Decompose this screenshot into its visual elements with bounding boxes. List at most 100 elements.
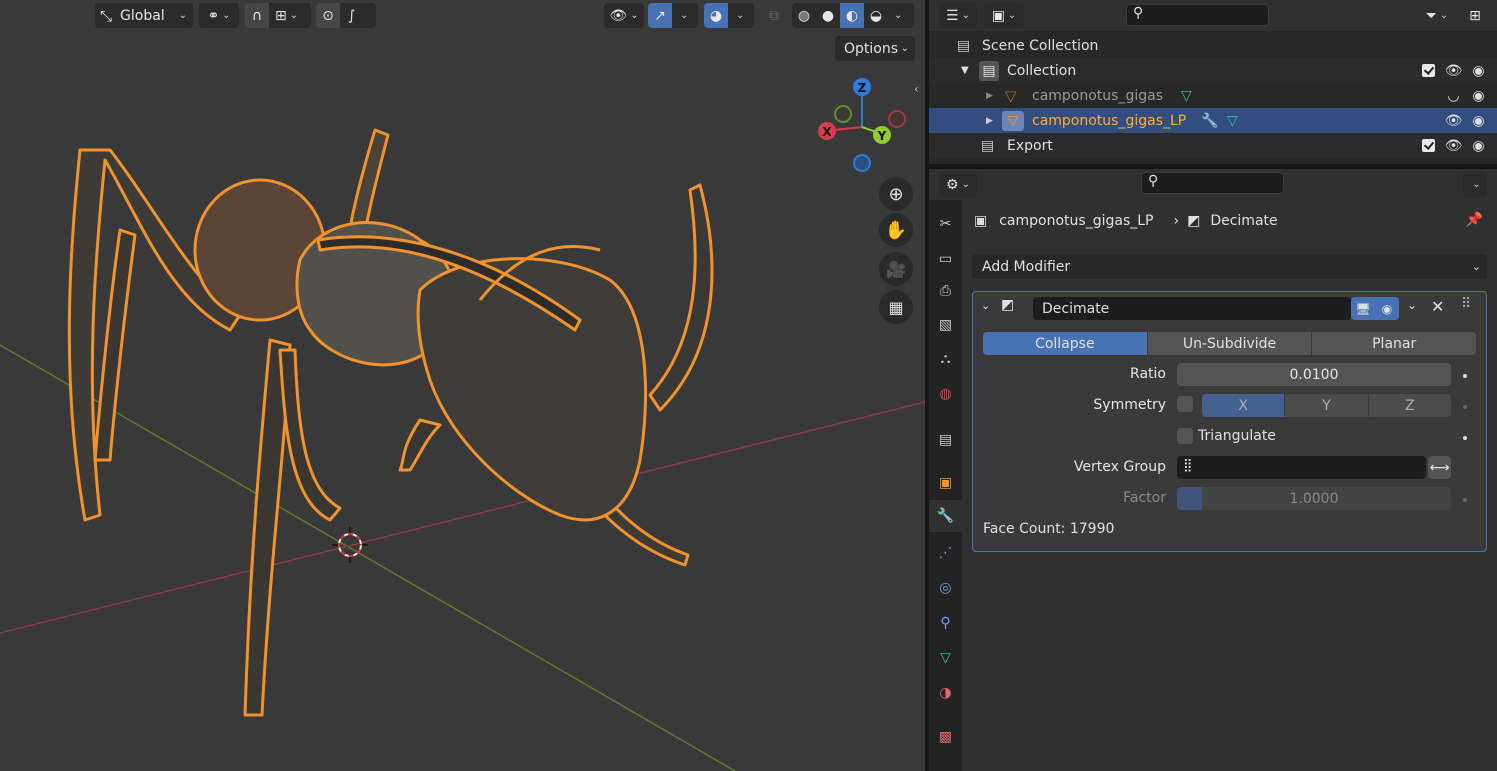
vertex-group-input[interactable]: ⣿ — [1177, 456, 1426, 479]
collapse-panel-icon[interactable]: ⌄ — [981, 299, 990, 312]
overlays-toggle[interactable]: ◕ ⌄ — [704, 3, 754, 28]
tab-world[interactable]: ◍ — [929, 378, 962, 410]
close-icon[interactable]: ✕ — [1431, 297, 1444, 316]
outliner-row-camponotus-gigas-lp[interactable]: ▶ ▽ camponotus_gigas_LP 🔧 ▽ 👁 ◉ — [929, 108, 1497, 133]
pin-icon[interactable]: 📌 — [1466, 212, 1483, 228]
symmetry-axis-x[interactable]: X — [1202, 394, 1285, 417]
add-modifier-dropdown[interactable]: Add Modifier ⌄ — [972, 254, 1487, 279]
outliner-row-scene-collection[interactable]: ▤ Scene Collection — [929, 33, 1497, 58]
ratio-slider[interactable]: 0.0100 — [1177, 363, 1451, 386]
camera-view-button[interactable]: 🎥 — [879, 252, 913, 286]
outliner-row-export[interactable]: ▤ Export 👁 ◉ — [929, 133, 1497, 158]
eye-icon[interactable]: 👁 — [1445, 62, 1463, 79]
editor-type-dropdown[interactable]: ⚙ ⌄ — [939, 172, 977, 197]
symmetry-checkbox[interactable] — [1177, 396, 1193, 412]
options-dropdown[interactable]: ⌄ — [1463, 172, 1487, 197]
properties-search-input[interactable]: ⚲ — [1141, 172, 1284, 194]
filter-dropdown[interactable]: ▣ ⌄ — [984, 3, 1024, 28]
camera-icon[interactable]: ◉ — [1470, 62, 1487, 79]
filter-options-dropdown[interactable]: ⏷ ⌄ — [1417, 3, 1457, 28]
transform-orientation-dropdown[interactable]: ⤡ Global ⌄ — [95, 3, 193, 28]
camera-icon[interactable]: ◉ — [1470, 112, 1487, 129]
gizmo-toggle[interactable]: ↗ ⌄ — [648, 3, 698, 28]
tab-texture[interactable]: ▩ — [929, 721, 962, 753]
3d-viewport[interactable]: Z X Y ⤡ Global ⌄ ⚭⌄ ∩ ⊞⌄ ⊙ ∫ 👁⌄ ↗ ⌄ ◕ — [0, 0, 925, 771]
eye-closed-icon[interactable]: ◡ — [1445, 87, 1462, 104]
keyframe-dot-icon[interactable] — [1463, 498, 1467, 502]
tab-scene[interactable]: ⛬ — [929, 343, 962, 375]
new-collection-button[interactable]: ⊞ — [1463, 3, 1487, 28]
orientation-label: Global — [120, 7, 165, 24]
scene-canvas[interactable]: Z X Y — [0, 0, 925, 771]
outliner-row-collection[interactable]: ▼ ▤ Collection 👁 ◉ — [929, 58, 1497, 83]
invert-vertex-group-button[interactable]: ⟷ — [1428, 456, 1451, 479]
tab-modifiers[interactable]: 🔧 — [929, 500, 962, 532]
magnet-icon[interactable]: ∩ — [245, 3, 269, 28]
mode-planar-button[interactable]: Planar — [1312, 332, 1477, 355]
symmetry-axis-y[interactable]: Y — [1285, 394, 1368, 417]
tab-render[interactable]: ▭ — [929, 243, 962, 275]
mesh-data-icon: ▽ — [1227, 112, 1238, 129]
gizmo-y-label: Y — [877, 129, 887, 143]
tab-constraints[interactable]: ⚲ — [929, 607, 962, 639]
exclude-checkbox[interactable] — [1420, 62, 1437, 79]
outliner-row-camponotus-gigas[interactable]: ▶ ▽ camponotus_gigas ▽ ◡ ◉ — [929, 83, 1497, 108]
options-dropdown[interactable]: Options ⌄ — [835, 36, 915, 61]
pivot-point-dropdown[interactable]: ⚭ ⌄ — [199, 3, 239, 28]
solid-shading-icon[interactable]: ● — [816, 8, 840, 24]
modifier-menu-chevron-icon[interactable]: ⌄ — [1407, 298, 1417, 312]
row-label: Scene Collection — [982, 37, 1099, 54]
pan-button[interactable]: ✋ — [879, 213, 913, 247]
eye-icon[interactable]: 👁 — [1445, 137, 1463, 154]
triangulate-checkbox[interactable] — [1177, 428, 1193, 444]
axis-label: X — [1238, 397, 1248, 414]
orientation-icon: ⤡ — [100, 6, 113, 25]
modifier-name-input[interactable]: Decimate — [1033, 297, 1351, 320]
symmetry-axis-selector: X Y Z — [1202, 394, 1451, 417]
proportional-edit-icon[interactable]: ⊙ — [316, 3, 340, 28]
tab-object[interactable]: ▣ — [929, 467, 962, 499]
proportional-editing[interactable]: ⊙ ∫ — [316, 3, 376, 28]
modifier-name: Decimate — [1042, 300, 1110, 317]
display-mode-dropdown[interactable]: ☰ ⌄ — [939, 3, 977, 28]
xray-toggle[interactable]: ⧉ — [762, 3, 786, 28]
camera-icon[interactable]: ◉ — [1470, 87, 1487, 104]
tab-tool[interactable]: ✂ — [929, 208, 962, 240]
exclude-checkbox[interactable] — [1420, 137, 1437, 154]
drag-handle-icon[interactable]: ⠿ — [1461, 296, 1471, 312]
perspective-toggle-button[interactable]: ▦ — [879, 290, 913, 324]
eye-icon[interactable]: 👁 — [1445, 112, 1463, 129]
visibility-dropdown[interactable]: 👁 ⌄ — [604, 3, 644, 28]
factor-slider[interactable]: 1.0000 — [1177, 487, 1451, 510]
tab-material[interactable]: ◑ — [929, 677, 962, 709]
material-preview-icon[interactable]: ◐ — [840, 3, 864, 28]
tab-physics[interactable]: ◎ — [929, 572, 962, 604]
ant-model[interactable] — [67, 128, 714, 717]
rendered-shading-icon[interactable]: ◒ — [864, 8, 888, 24]
keyframe-dot-icon[interactable] — [1463, 436, 1467, 440]
tab-data[interactable]: ▽ — [929, 642, 962, 674]
camera-icon[interactable]: ◉ — [1470, 137, 1487, 154]
chevron-down-icon: ⌄ — [1439, 10, 1449, 21]
snap-controls[interactable]: ∩ ⊞ ⌄ — [245, 3, 311, 28]
tab-collection[interactable]: ▤ — [929, 424, 962, 456]
shading-modes[interactable]: ◍ ● ◐ ◒ ⌄ — [792, 3, 914, 28]
printer-icon: ⎙ — [939, 283, 952, 299]
symmetry-axis-z[interactable]: Z — [1368, 394, 1451, 417]
zoom-button[interactable]: ⊕ — [879, 177, 913, 211]
object-icon: ▣ — [938, 475, 953, 491]
tab-view-layer[interactable]: ▧ — [929, 309, 962, 341]
keyframe-dot-icon[interactable] — [1463, 405, 1467, 409]
show-render-toggle[interactable]: ◉ — [1375, 297, 1399, 320]
tab-particles[interactable]: ⋰ — [929, 537, 962, 569]
sidebar-toggle-icon[interactable]: ‹ — [914, 82, 919, 96]
mode-unsubdivide-button[interactable]: Un-Subdivide — [1147, 332, 1312, 355]
overlays-icon[interactable]: ◕ — [704, 3, 728, 28]
show-viewport-toggle[interactable]: 🖥 — [1351, 297, 1375, 320]
wireframe-shading-icon[interactable]: ◍ — [792, 8, 816, 24]
mode-collapse-button[interactable]: Collapse — [983, 332, 1147, 355]
gizmo-icon[interactable]: ↗ — [648, 3, 672, 28]
keyframe-dot-icon[interactable] — [1463, 374, 1467, 378]
outliner-search-input[interactable]: ⚲ — [1126, 4, 1269, 26]
tab-output[interactable]: ⎙ — [929, 275, 962, 307]
